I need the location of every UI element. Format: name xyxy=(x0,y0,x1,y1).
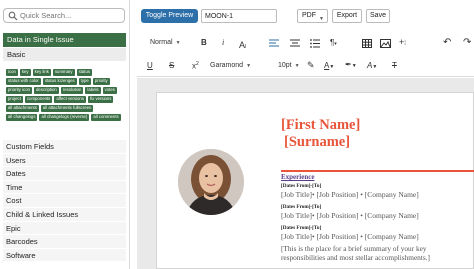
field-tag[interactable]: labels xyxy=(85,87,101,94)
export-button[interactable]: Export xyxy=(332,9,362,23)
field-tag[interactable]: icon xyxy=(6,69,18,76)
field-tag[interactable]: project xyxy=(6,96,23,103)
category-item[interactable]: Users xyxy=(3,152,126,167)
font-family-dropdown[interactable]: Garamond ▼ xyxy=(210,62,251,69)
clear-format-icon[interactable]: T xyxy=(392,61,397,70)
save-button[interactable]: Save xyxy=(366,9,390,23)
font-color-icon[interactable]: A▼ xyxy=(367,61,377,70)
table-icon[interactable] xyxy=(362,39,372,48)
category-item[interactable]: Barcodes xyxy=(3,234,126,248)
job-title: [Job Title]• [Job Position] • [Company N… xyxy=(281,211,419,220)
surname-heading[interactable]: [Surname] xyxy=(284,134,350,151)
field-tag[interactable]: votes xyxy=(102,87,117,94)
text-color-icon[interactable]: A▼ xyxy=(324,61,334,70)
job-entry[interactable]: [Dates From]-[To] [Job Title]• [Job Posi… xyxy=(281,183,419,199)
category-list: Custom Fields Users Dates Time Cost Child & L… xyxy=(3,139,126,262)
field-tag[interactable]: all changelogs (reverse) xyxy=(39,114,90,121)
toggle-preview-button[interactable]: Toggle Preview xyxy=(141,9,198,23)
field-tag[interactable]: summary xyxy=(52,69,75,76)
field-tag[interactable]: status lozenges xyxy=(42,78,77,85)
search-icon xyxy=(8,11,18,21)
editor-toolbar: Normal ▼ B i AI ¶▾ +⁞ ↶ ↷ U S x2 Garamond… xyxy=(137,33,474,77)
insert-icon[interactable]: +⁞ xyxy=(399,37,406,47)
paragraph-style-dropdown[interactable]: Normal ▼ xyxy=(150,39,181,46)
field-tag[interactable]: affect versions xyxy=(54,96,86,103)
field-tag[interactable]: all attachments fullscreen xyxy=(40,105,94,112)
experience-heading[interactable]: Experience xyxy=(281,173,314,181)
chevron-down-icon: ▼ xyxy=(319,16,324,22)
list-icon[interactable] xyxy=(310,39,320,48)
paragraph-style-value: Normal xyxy=(150,39,173,46)
divider xyxy=(281,170,474,172)
profile-photo xyxy=(178,149,244,215)
template-name-input[interactable] xyxy=(201,9,277,23)
field-tag[interactable]: all comments xyxy=(91,114,121,121)
category-item[interactable]: Software xyxy=(3,247,126,262)
field-tag[interactable]: priority icon xyxy=(6,87,32,94)
font-family-value: Garamond xyxy=(210,62,244,69)
chevron-down-icon: ▼ xyxy=(294,63,300,69)
search-input[interactable] xyxy=(20,10,120,21)
field-tag[interactable]: components xyxy=(24,96,53,103)
field-tag[interactable]: key link xyxy=(32,69,51,76)
undo-icon[interactable]: ↶ xyxy=(443,37,451,48)
job-dates: [Dates From]-[To] xyxy=(281,183,322,189)
job-entry[interactable]: [Dates From]-[To] [Job Title]• [Job Posi… xyxy=(281,225,419,241)
field-tag[interactable]: all changelogs xyxy=(6,114,38,121)
category-item[interactable]: Time xyxy=(3,179,126,194)
job-dates: [Dates From]-[To] xyxy=(281,204,322,210)
category-item[interactable]: Cost xyxy=(3,193,126,207)
field-tag[interactable]: all attachments xyxy=(6,105,39,112)
superscript-icon[interactable]: x2 xyxy=(192,61,199,71)
summary-text[interactable]: [This is the place for a brief summary o… xyxy=(281,244,471,262)
redo-icon[interactable]: ↷ xyxy=(463,37,471,48)
category-item[interactable]: Custom Fields xyxy=(3,139,126,153)
job-entry[interactable]: [Dates From]-[To] [Job Title]• [Job Posi… xyxy=(281,204,419,220)
field-tag[interactable]: key xyxy=(19,69,31,76)
bold-icon[interactable]: B xyxy=(201,38,207,47)
subsection-basic[interactable]: Basic xyxy=(3,48,126,61)
image-icon[interactable] xyxy=(380,39,391,48)
job-dates: [Dates From]-[To] xyxy=(281,225,322,231)
underline-icon[interactable]: U xyxy=(147,61,153,70)
align-left-icon[interactable] xyxy=(269,39,279,48)
field-tag[interactable]: type xyxy=(78,78,91,85)
field-tag[interactable]: description xyxy=(33,87,59,94)
field-tag[interactable]: status xyxy=(76,69,93,76)
field-tag[interactable]: priority xyxy=(92,78,110,85)
font-size-dropdown[interactable]: 10pt ▼ xyxy=(278,62,300,69)
align-center-icon[interactable] xyxy=(290,39,300,48)
font-size-value: 10pt xyxy=(278,62,292,69)
section-header[interactable]: Data in Single Issue xyxy=(3,33,126,47)
chevron-down-icon: ▼ xyxy=(246,63,252,69)
paragraph-icon[interactable]: ¶▾ xyxy=(330,38,337,47)
font-size-icon[interactable]: AI xyxy=(239,40,246,50)
job-title: [Job Title]• [Job Position] • [Company N… xyxy=(281,232,419,241)
category-item[interactable]: Child & Linked Issues xyxy=(3,206,126,221)
italic-icon[interactable]: i xyxy=(222,38,224,47)
format-select[interactable]: PDF ▼ xyxy=(297,9,328,23)
category-item[interactable]: Dates xyxy=(3,166,126,180)
field-tag[interactable]: resolution xyxy=(60,87,84,94)
strikethrough-icon[interactable]: S xyxy=(169,61,174,70)
field-tags: icon key key link summary status status with … xyxy=(6,69,124,121)
sidebar: Data in Single Issue Basic iconkeykey li… xyxy=(0,0,130,269)
first-name-heading[interactable]: [First Name] xyxy=(281,117,360,134)
chevron-down-icon: ▼ xyxy=(175,40,181,46)
paint-format-icon[interactable]: ✎ xyxy=(307,60,315,71)
job-title: [Job Title]• [Job Position] • [Company N… xyxy=(281,190,419,199)
highlight-color-icon[interactable]: ✒▼ xyxy=(345,60,357,69)
field-tag[interactable]: fix versions xyxy=(87,96,114,103)
category-item[interactable]: Epic xyxy=(3,220,126,235)
quick-search[interactable] xyxy=(3,8,125,23)
field-tag[interactable]: status with color xyxy=(6,78,41,85)
format-value: PDF xyxy=(302,12,316,19)
